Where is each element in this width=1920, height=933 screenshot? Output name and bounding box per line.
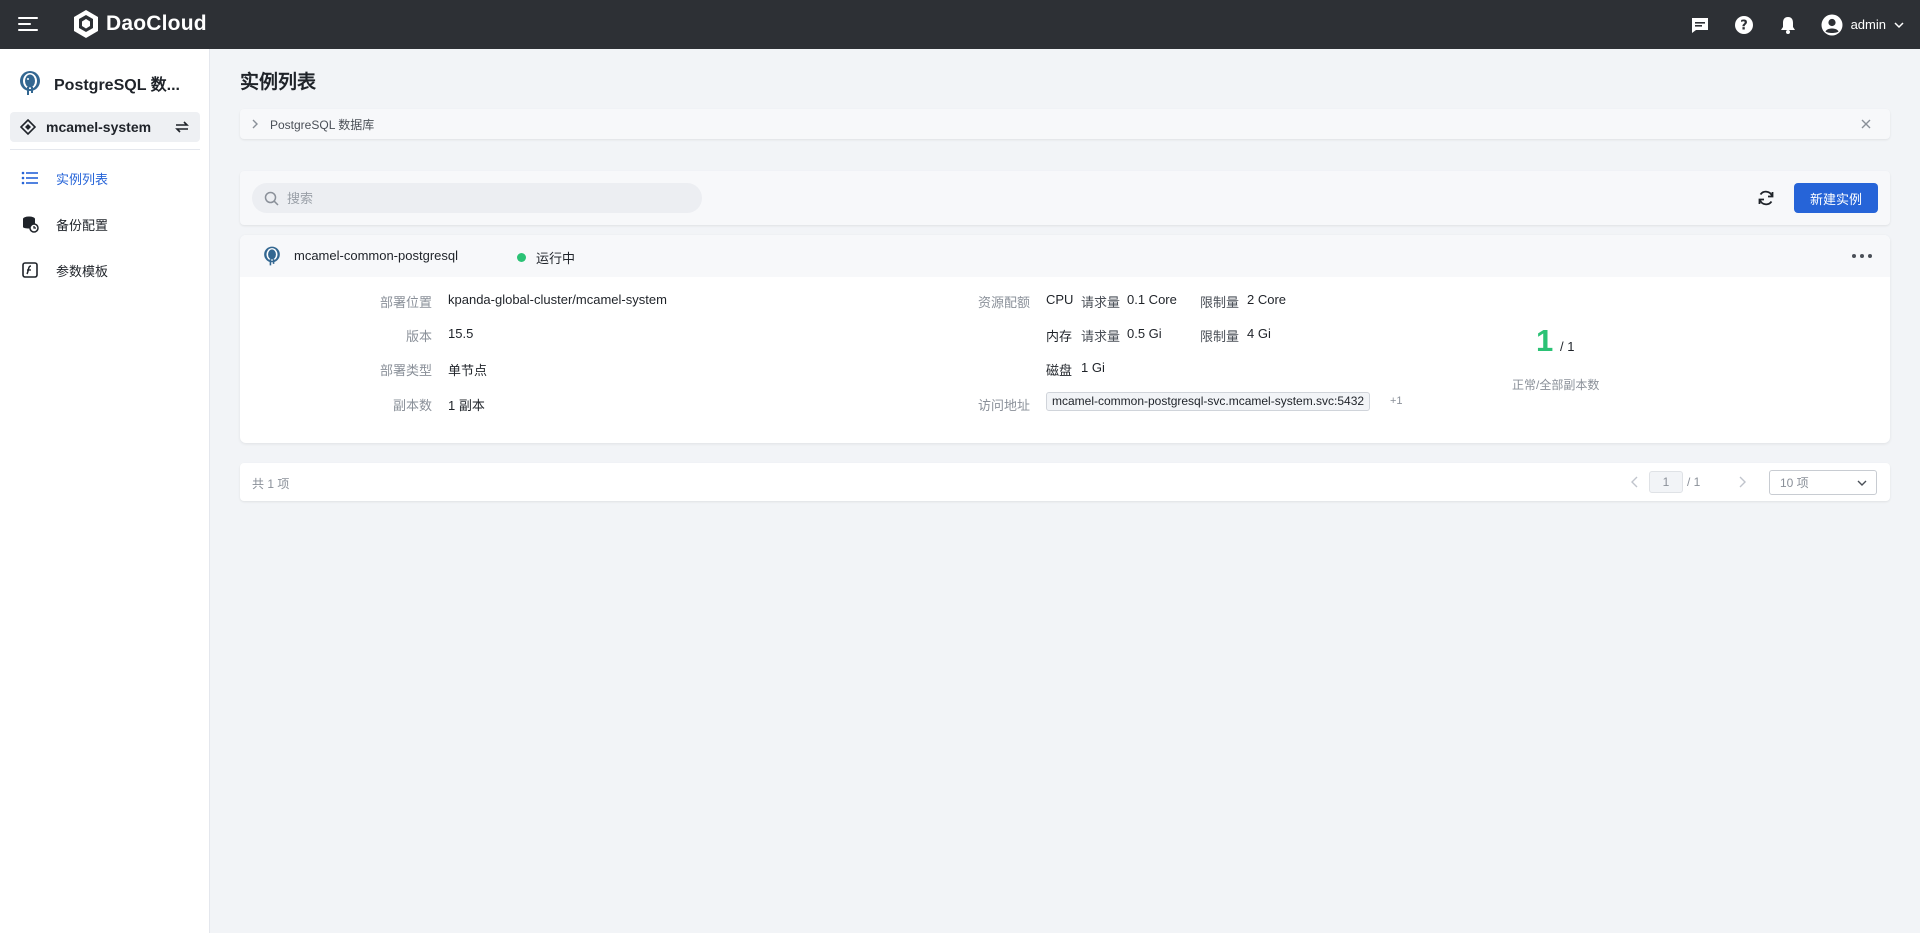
list-icon [21, 169, 39, 187]
mem-limit-label: 限制量 [1200, 329, 1240, 344]
namespace-icon [20, 119, 36, 135]
sidebar-item-instance-list[interactable]: 实例列表 [0, 155, 210, 201]
chevron-right-icon[interactable] [250, 119, 260, 129]
postgresql-icon [20, 71, 40, 95]
menu-icon[interactable] [18, 15, 40, 33]
brand-name: DaoCloud [106, 12, 207, 35]
top-bar: DaoCloud ? admin [0, 0, 1920, 49]
more-actions-icon[interactable] [1852, 248, 1872, 264]
search-input[interactable] [287, 190, 687, 206]
cpu-request-value: 0.1 Core [1127, 292, 1177, 307]
page-input[interactable]: 1 [1649, 471, 1683, 493]
new-instance-button[interactable]: 新建实例 [1794, 183, 1878, 213]
user-name: admin [1850, 17, 1886, 32]
cpu-limit-value: 2 Core [1247, 292, 1287, 307]
pagination: 共 1 项 1 / 1 10 项 [240, 463, 1890, 501]
chevron-right-icon[interactable] [1735, 475, 1749, 489]
version-value: 15.5 [448, 326, 474, 341]
status-text: 运行中 [536, 251, 576, 266]
close-icon[interactable] [1858, 116, 1874, 132]
replicas-value: 1 副本 [448, 398, 485, 413]
status-dot [517, 253, 526, 262]
message-icon[interactable] [1689, 14, 1711, 36]
sidebar-item-backup-config[interactable]: 备份配置 [0, 201, 210, 247]
sidebar-item-label: 备份配置 [56, 217, 109, 233]
daocloud-logo-icon [74, 10, 98, 38]
disk-label: 磁盘 [1046, 363, 1073, 378]
sidebar: PostgreSQL 数... mcamel-system 实例列表 备份配置 … [0, 49, 210, 933]
search-box[interactable] [252, 183, 702, 213]
page-size-value: 10 项 [1780, 476, 1809, 490]
switch-icon[interactable] [174, 119, 190, 135]
mem-label: 内存 [1046, 329, 1073, 344]
instance-card: mcamel-common-postgresql 运行中 部署位置 kpanda… [240, 235, 1890, 443]
type-value: 单节点 [448, 363, 488, 378]
address-label: 访问地址 [977, 398, 1030, 413]
cpu-limit-label: 限制量 [1200, 295, 1240, 310]
help-icon[interactable]: ? [1733, 14, 1755, 36]
disk-value: 1 Gi [1081, 360, 1105, 375]
page-of: / 1 [1687, 475, 1701, 489]
sidebar-title: PostgreSQL 数... [54, 77, 180, 94]
quota-label: 资源配额 [977, 295, 1030, 310]
search-icon [264, 191, 279, 206]
mem-request-value: 0.5 Gi [1127, 326, 1162, 341]
user-menu[interactable]: admin [1821, 14, 1904, 36]
replica-ready-count: 1 [1536, 323, 1554, 358]
page-size-select[interactable]: 10 项 [1769, 470, 1877, 495]
sidebar-header: PostgreSQL 数... [16, 69, 180, 97]
location-value: kpanda-global-cluster/mcamel-system [448, 292, 667, 307]
cpu-label: CPU [1046, 292, 1074, 307]
sidebar-divider [10, 149, 200, 150]
instance-name[interactable]: mcamel-common-postgresql [294, 248, 458, 263]
sidebar-item-label: 实例列表 [56, 171, 109, 187]
sidebar-item-param-template[interactable]: 参数模板 [0, 247, 210, 293]
total-count: 共 1 项 [252, 477, 290, 491]
user-avatar-icon [1821, 14, 1843, 35]
sidebar-item-label: 参数模板 [56, 263, 109, 279]
chevron-down-icon [1894, 21, 1904, 28]
namespace-selector[interactable]: mcamel-system [10, 112, 200, 142]
address-more[interactable]: +1 [1390, 395, 1403, 407]
backup-icon [21, 215, 39, 233]
template-icon [21, 261, 39, 279]
address-tag[interactable]: mcamel-common-postgresql-svc.mcamel-syst… [1046, 392, 1371, 411]
mem-request-label: 请求量 [1081, 329, 1121, 344]
page-title: 实例列表 [240, 72, 317, 93]
mem-limit-value: 4 Gi [1247, 326, 1271, 341]
instance-card-header: mcamel-common-postgresql 运行中 [240, 235, 1890, 277]
daocloud-logo[interactable]: DaoCloud [72, 9, 207, 39]
bell-icon[interactable] [1777, 14, 1799, 36]
toolbar: 新建实例 [240, 171, 1890, 225]
location-label: 部署位置 [379, 295, 432, 310]
breadcrumb: PostgreSQL 数据库 [240, 109, 1890, 139]
chevron-left-icon[interactable] [1628, 475, 1642, 489]
replicas-label: 副本数 [392, 398, 432, 413]
chevron-down-icon [1857, 480, 1867, 486]
replica-total: / 1 [1560, 339, 1575, 354]
version-label: 版本 [405, 329, 432, 344]
postgresql-icon [264, 246, 280, 266]
refresh-icon[interactable] [1756, 188, 1776, 208]
cpu-request-label: 请求量 [1081, 295, 1121, 310]
type-label: 部署类型 [379, 363, 432, 378]
namespace-name: mcamel-system [46, 119, 152, 135]
breadcrumb-item[interactable]: PostgreSQL 数据库 [270, 116, 374, 133]
svg-text:?: ? [1740, 18, 1748, 33]
sidebar-nav: 实例列表 备份配置 参数模板 [0, 155, 210, 293]
status-badge: 运行中 [517, 248, 575, 267]
replica-caption: 正常/全部副本数 [1512, 378, 1600, 392]
